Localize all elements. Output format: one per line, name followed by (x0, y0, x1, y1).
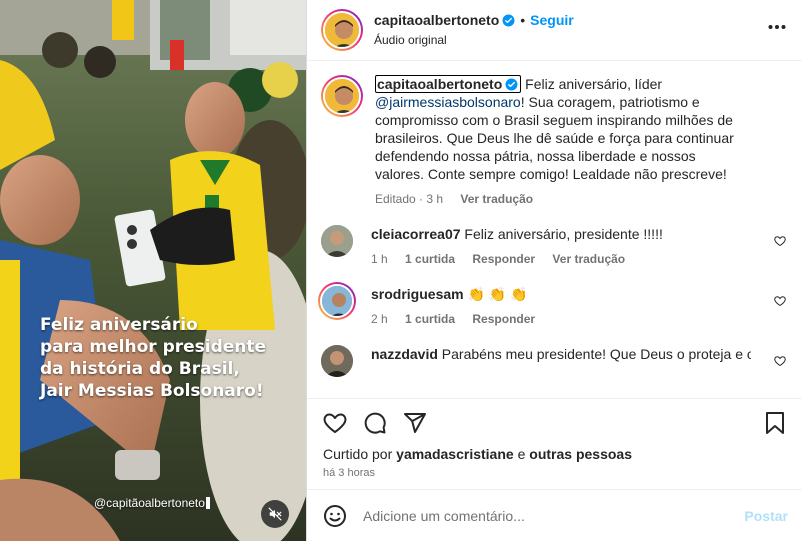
comment-username[interactable]: nazzdavid (371, 346, 438, 362)
comment-meta: 2 h 1 curtida Responder (371, 311, 751, 327)
comment-text-line: cleiacorrea07 Feliz aniversário, preside… (371, 225, 751, 243)
liked-by-conj: e (517, 446, 526, 462)
comment-avatar-wrap (321, 345, 353, 377)
caption-line: Feliz aniversário (40, 315, 198, 335)
more-horizontal-icon[interactable] (768, 24, 786, 30)
verified-badge-icon (505, 78, 518, 91)
post-comment-button[interactable]: Postar (744, 508, 788, 524)
avatar-portrait (321, 345, 353, 377)
emoji-icon[interactable] (323, 504, 347, 528)
avatar-portrait (321, 225, 353, 257)
caption-line: da história do Brasil, (40, 359, 240, 379)
speaker-muted-icon (268, 507, 282, 521)
comment-time: 2 h (371, 312, 388, 326)
caption-text-before: Feliz aniversário, líder (525, 76, 663, 92)
header-text: capitaoalbertoneto • Seguir Áudio original (374, 11, 574, 49)
audio-link[interactable]: Áudio original (374, 31, 574, 49)
heart-icon[interactable] (774, 235, 786, 247)
commenter-avatar[interactable] (321, 225, 353, 257)
comment-item: cleiacorrea07 Feliz aniversário, preside… (321, 225, 786, 267)
post-side-panel: capitaoalbertoneto • Seguir Áudio original (306, 0, 802, 541)
avatar-image (323, 11, 361, 49)
comment-likes[interactable]: 1 curtida (405, 252, 455, 266)
commenter-avatar[interactable] (321, 345, 353, 377)
comment-item: nazzdavid Parabéns meu presidente! Que D… (321, 345, 786, 377)
mute-button[interactable] (261, 500, 289, 528)
add-comment-bar: Postar (307, 489, 802, 541)
instagram-post-modal: Feliz aniversário para melhor presidente… (0, 0, 802, 541)
comment-text: Feliz aniversário, presidente !!!!! (464, 226, 663, 242)
share-button[interactable] (403, 411, 427, 435)
caption-username-box[interactable]: capitaoalbertoneto (375, 75, 522, 93)
comment-username[interactable]: srodriguesam (371, 286, 464, 302)
comment-body: nazzdavid Parabéns meu presidente! Que D… (371, 345, 751, 377)
caption-meta: Editado · 3 h Ver tradução (375, 191, 741, 207)
video-watermark: @capitãoalbertoneto (94, 496, 210, 510)
comment-body: cleiacorrea07 Feliz aniversário, preside… (371, 225, 751, 267)
avatar-portrait (322, 286, 352, 316)
comment-text-line: srodriguesam 👏 👏 👏 (371, 285, 751, 303)
save-button[interactable] (764, 411, 786, 435)
caption-username[interactable]: capitaoalbertoneto (377, 76, 502, 92)
comment-text: 👏 👏 👏 (467, 286, 528, 302)
comment-likes[interactable]: 1 curtida (405, 312, 455, 326)
caption-body: capitaoalbertoneto Feliz aniversário, lí… (375, 75, 741, 207)
text-cursor (205, 497, 210, 509)
comment-icon (364, 412, 386, 434)
like-button[interactable] (323, 411, 347, 435)
header-top-line: capitaoalbertoneto • Seguir (374, 11, 574, 29)
comment-time: 1 h (371, 252, 388, 266)
comment-avatar-wrap (321, 225, 353, 267)
post-caption: capitaoalbertoneto Feliz aniversário, lí… (321, 75, 786, 207)
video-frame (0, 0, 306, 541)
separator-dot: • (520, 12, 526, 28)
heart-icon (323, 413, 347, 433)
heart-icon[interactable] (774, 355, 786, 367)
liked-by-prefix: Curtido por (323, 446, 393, 462)
avatar-portrait (325, 79, 359, 113)
comment-translate-link[interactable]: Ver tradução (552, 252, 625, 266)
liked-by: Curtido por yamadascristiane e outras pe… (323, 445, 786, 463)
comment-avatar-wrap (318, 282, 356, 327)
avatar-image (320, 284, 354, 318)
post-header: capitaoalbertoneto • Seguir Áudio original (307, 0, 802, 61)
comment-input[interactable] (363, 507, 745, 524)
share-icon (404, 413, 426, 433)
caption-line: para melhor presidente (40, 337, 267, 357)
heart-icon[interactable] (774, 295, 786, 307)
action-icons (323, 405, 786, 441)
follow-button[interactable]: Seguir (530, 12, 574, 28)
author-username[interactable]: capitaoalbertoneto (374, 12, 499, 28)
liked-by-user[interactable]: yamadascristiane (396, 446, 514, 462)
comment-button[interactable] (363, 411, 387, 435)
caption-translate-link[interactable]: Ver tradução (460, 192, 533, 206)
comment-username[interactable]: cleiacorrea07 (371, 226, 461, 242)
caption-edited: Editado · 3 h (375, 192, 444, 206)
watermark-text: @capitãoalbertoneto (94, 496, 205, 510)
avatar-image (323, 77, 361, 115)
commenter-avatar[interactable] (318, 282, 356, 320)
caption-line: Jair Messias Bolsonaro! (40, 381, 264, 401)
comment-text: Parabéns meu presidente! Que Deus o prot… (441, 346, 751, 362)
comment-text-line: nazzdavid Parabéns meu presidente! Que D… (371, 345, 751, 363)
comments-list[interactable]: capitaoalbertoneto Feliz aniversário, lí… (307, 61, 802, 398)
post-actions: Curtido por yamadascristiane e outras pe… (307, 398, 802, 489)
liked-by-others[interactable]: outras pessoas (529, 446, 632, 462)
post-time: há 3 horas (323, 467, 375, 479)
verified-badge-icon (502, 14, 515, 27)
reply-button[interactable]: Responder (472, 252, 535, 266)
caption-author-avatar[interactable] (321, 75, 363, 117)
comment-body: srodriguesam 👏 👏 👏 2 h 1 curtida Respond… (371, 285, 751, 327)
bookmark-icon (766, 412, 784, 434)
caption-mention[interactable]: @jairmessiasbolsonaro (375, 94, 521, 110)
caption-text: capitaoalbertoneto Feliz aniversário, lí… (375, 75, 741, 183)
comment-item: srodriguesam 👏 👏 👏 2 h 1 curtida Respond… (318, 282, 786, 327)
video-caption: Feliz aniversário para melhor presidente… (40, 314, 290, 402)
comment-meta: 1 h 1 curtida Responder Ver tradução (371, 251, 751, 267)
author-avatar[interactable] (321, 9, 363, 51)
post-video[interactable]: Feliz aniversário para melhor presidente… (0, 0, 306, 541)
avatar-portrait (325, 13, 359, 47)
reply-button[interactable]: Responder (472, 312, 535, 326)
